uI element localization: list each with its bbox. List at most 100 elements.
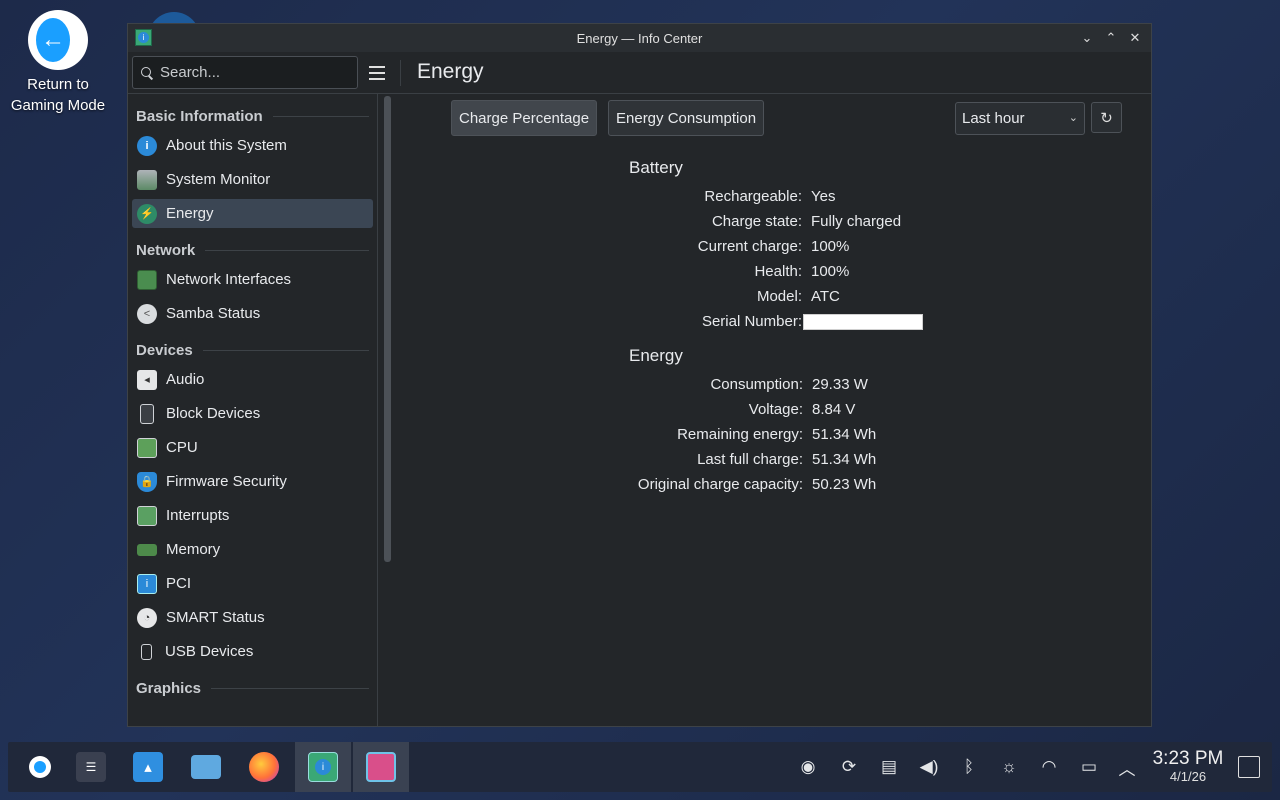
sidebar-item-firmware-security[interactable]: 🔒 Firmware Security: [132, 467, 373, 496]
serial-number-redacted: [803, 313, 923, 330]
interrupts-icon: [137, 505, 157, 526]
chevron-down-icon: ⌄: [1068, 112, 1078, 124]
steamos-launcher-icon: [29, 756, 51, 778]
sidebar-item-usb-devices[interactable]: USB Devices: [132, 637, 373, 666]
info-row-charge-state: Charge state: Fully charged: [711, 213, 902, 230]
discover-store-icon: ▴: [133, 752, 163, 782]
sidebar-item-audio[interactable]: ◂ Audio: [132, 365, 373, 394]
shield-icon: 🔒: [137, 471, 157, 492]
volume-icon[interactable]: ◀): [917, 756, 941, 778]
return-label-line1: Return to: [27, 76, 89, 93]
clock-date: 4/1/26: [1169, 769, 1207, 784]
battery-icon[interactable]: ▭: [1077, 756, 1101, 778]
show-desktop-icon[interactable]: [1238, 756, 1260, 778]
sidebar-item-label: Interrupts: [166, 507, 230, 524]
network-card-icon: [137, 269, 157, 290]
battery-section: Battery Rechargeable: Yes Charge state: Fu…: [629, 158, 923, 334]
taskbar-dolphin[interactable]: [178, 742, 234, 792]
sidebar-item-label: Audio: [166, 371, 205, 388]
return-to-gaming-mode-shortcut[interactable]: ← Return to Gaming Mode: [4, 10, 112, 116]
taskbar-screenshot-tool[interactable]: [353, 742, 409, 792]
section-devices: Devices: [128, 340, 377, 360]
sidebar-item-block-devices[interactable]: Block Devices: [132, 399, 373, 428]
sidebar-item-network-interfaces[interactable]: Network Interfaces: [132, 265, 373, 294]
search-input[interactable]: [160, 64, 340, 81]
brightness-icon[interactable]: ☼: [997, 756, 1021, 778]
block-device-icon: [140, 403, 154, 424]
sidebar-item-label: System Monitor: [166, 171, 271, 188]
window-title: Energy — Info Center: [576, 30, 703, 46]
sidebar-item-interrupts[interactable]: Interrupts: [132, 501, 373, 530]
sidebar-item-energy[interactable]: ⚡ Energy: [132, 199, 373, 228]
sidebar-item-memory[interactable]: Memory: [132, 535, 373, 564]
section-network: Network: [128, 240, 377, 260]
return-label-line2: Gaming Mode: [10, 97, 106, 114]
info-row-voltage: Voltage: 8.84 V: [748, 401, 856, 418]
taskbar-firefox[interactable]: [236, 742, 292, 792]
minimize-icon[interactable]: ⌄: [1077, 28, 1097, 48]
chevron-up-icon[interactable]: ︿: [1115, 756, 1139, 779]
sidebar-item-pci[interactable]: i PCI: [132, 569, 373, 598]
folder-icon: [191, 755, 221, 779]
sidebar-item-samba-status[interactable]: < Samba Status: [132, 299, 373, 328]
system-monitor-icon: [137, 169, 157, 190]
clock[interactable]: 3:23 PM 4/1/26: [1150, 748, 1226, 784]
info-row-consumption: Consumption: 29.33 W: [710, 376, 868, 393]
taskbar-discover[interactable]: ▴: [120, 742, 176, 792]
sidebar-item-label: CPU: [166, 439, 198, 456]
sidebar-item-label: Memory: [166, 541, 221, 558]
sidebar-item-label: About this System: [166, 137, 287, 154]
sidebar-item-label: Samba Status: [166, 305, 261, 322]
bluetooth-icon[interactable]: ᛒ: [957, 756, 981, 778]
hamburger-menu-icon[interactable]: [366, 62, 388, 84]
sidebar-scrollbar[interactable]: [384, 96, 391, 562]
section-basic-information: Basic Information: [128, 106, 377, 126]
steam-deck-return-icon: ←: [28, 10, 88, 70]
spectacle-screenshot-icon: [366, 752, 396, 782]
sidebar-item-system-monitor[interactable]: System Monitor: [132, 165, 373, 194]
refresh-icon[interactable]: ↻: [1091, 102, 1122, 133]
pci-icon: i: [137, 573, 157, 594]
steam-tray-icon[interactable]: ◉: [796, 756, 820, 778]
info-row-remaining-energy: Remaining energy: 51.34 Wh: [677, 426, 877, 443]
taskbar-info-center[interactable]: i: [295, 742, 351, 792]
header-divider: [400, 60, 401, 86]
samba-share-icon: <: [137, 303, 157, 324]
window-titlebar[interactable]: i Energy — Info Center ⌄ ⌃ ✕: [128, 24, 1151, 52]
search-icon: [141, 66, 153, 79]
taskbar: ☰ ▴ i ◉ ⟳ ▤ ◀) ᛒ ☼ ◠ ▭ ︿ 3:23 PM 4/1/26: [8, 742, 1272, 792]
energy-section: Energy Consumption: 29.33 W Voltage: 8.84 …: [629, 346, 876, 497]
info-row-original-charge-capacity: Original charge capacity: 50.23 Wh: [637, 476, 877, 493]
clipboard-icon[interactable]: ▤: [877, 756, 901, 778]
application-launcher[interactable]: [12, 742, 68, 792]
taskbar-system-settings[interactable]: ☰: [63, 742, 119, 792]
battery-heading: Battery: [629, 158, 683, 177]
usb-icon: [141, 643, 152, 660]
sidebar-item-label: SMART Status: [166, 609, 265, 626]
sidebar-item-label: Firmware Security: [166, 473, 287, 490]
sidebar-item-smart-status[interactable]: ◔ SMART Status: [132, 603, 373, 632]
time-range-value: Last hour: [962, 110, 1025, 127]
page-title: Energy: [417, 60, 484, 83]
info-row-last-full-charge: Last full charge: 51.34 Wh: [697, 451, 877, 468]
tab-energy-consumption[interactable]: Energy Consumption: [608, 100, 765, 136]
info-center-icon: i: [308, 752, 338, 782]
sidebar-item-about-this-system[interactable]: i About this System: [132, 131, 373, 160]
close-icon[interactable]: ✕: [1125, 28, 1145, 48]
info-row-serial-number: Serial Number:: [629, 309, 923, 334]
wifi-icon[interactable]: ◠: [1037, 756, 1061, 778]
sidebar-item-label: Network Interfaces: [166, 271, 292, 288]
smart-status-icon: ◔: [137, 607, 157, 628]
info-row-current-charge: Current charge: 100%: [697, 238, 850, 255]
update-tray-icon[interactable]: ⟳: [837, 756, 861, 778]
info-row-rechargeable: Rechargeable: Yes: [704, 188, 836, 205]
search-box[interactable]: [132, 56, 358, 89]
energy-icon: ⚡: [137, 203, 157, 224]
time-range-select[interactable]: Last hour ⌄: [955, 102, 1085, 135]
sidebar-item-label: USB Devices: [165, 643, 254, 660]
maximize-icon[interactable]: ⌃: [1101, 28, 1121, 48]
sidebar-item-cpu[interactable]: CPU: [132, 433, 373, 462]
info-icon: i: [137, 135, 157, 156]
tab-charge-percentage[interactable]: Charge Percentage: [451, 100, 598, 136]
main-content: Charge Percentage Energy Consumption Las…: [399, 94, 1151, 726]
